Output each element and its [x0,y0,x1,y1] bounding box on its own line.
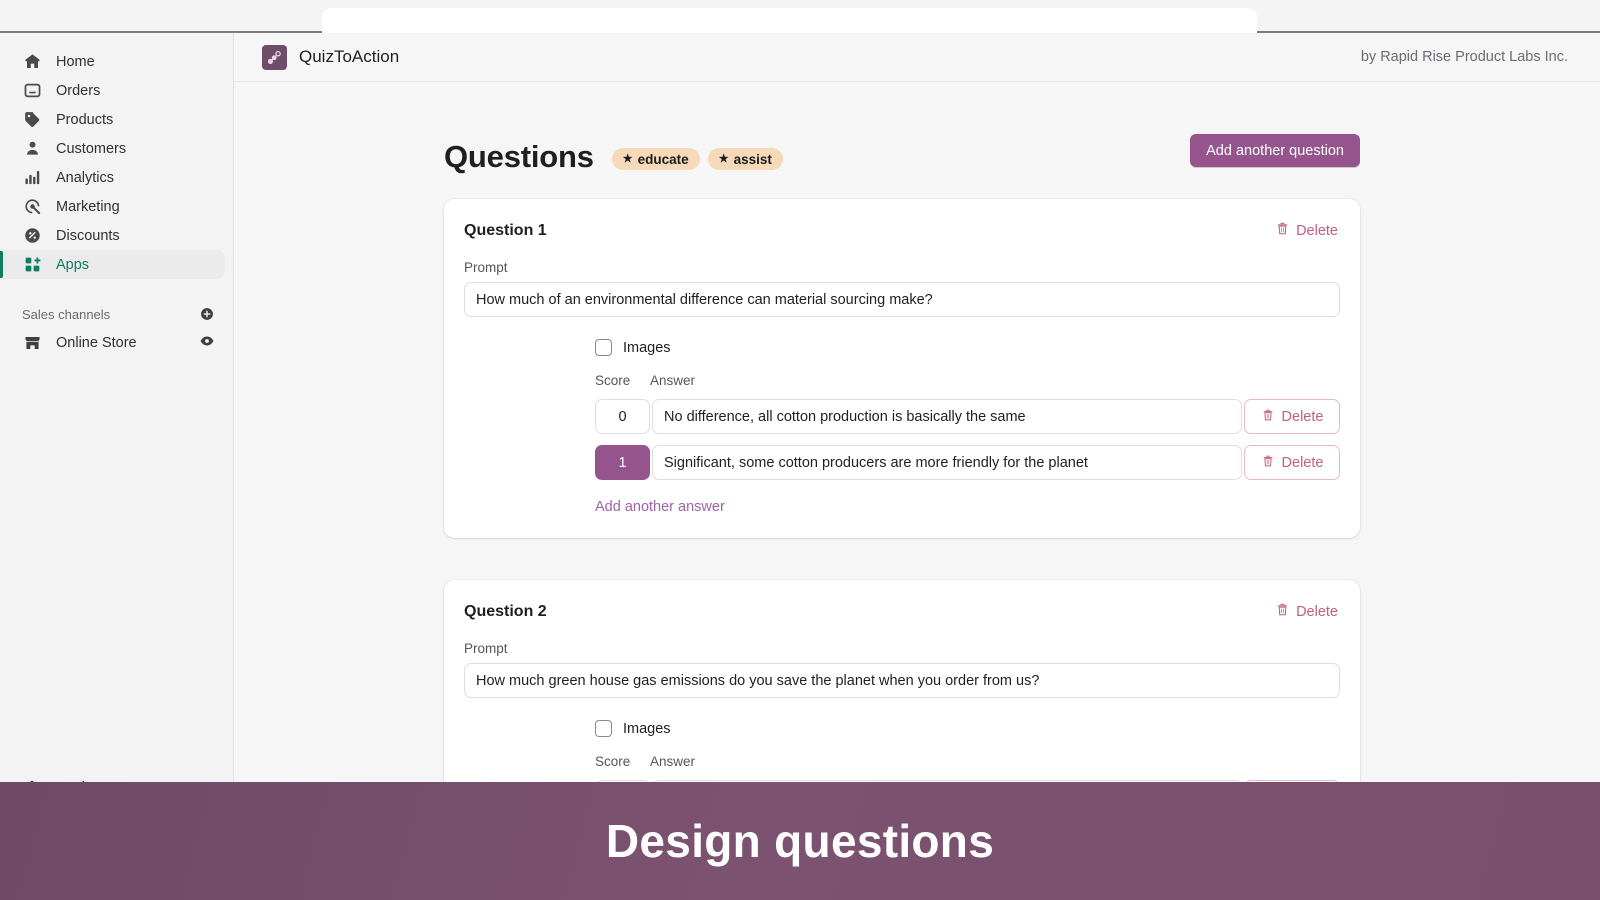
analytics-icon [22,168,42,188]
sidebar-item-home[interactable]: Home [0,47,225,76]
answer-column-header: Answer [650,754,696,769]
delete-label: Delete [1296,222,1338,239]
sidebar-nav-list: Home Orders Products Customers Analytics [0,33,233,357]
sidebar-item-analytics[interactable]: Analytics [0,163,225,192]
app-byline: by Rapid Rise Product Labs Inc. [1360,49,1568,65]
sidebar: Home Orders Products Customers Analytics [0,33,234,900]
answers-section: Images Score Answer 0 No difference, all… [595,339,1340,516]
sidebar-sales-channels-header: Sales channels [0,300,233,328]
star-icon: ★ [622,152,633,165]
embedded-app-frame: QuizToAction by Rapid Rise Product Labs … [234,33,1600,900]
home-icon [22,52,42,72]
page-badges: ★ educate ★ assist [611,144,783,170]
trash-icon [1275,602,1290,621]
question-card: Question 1 Delete Prompt How much of an … [444,199,1360,538]
images-label: Images [623,720,671,737]
trash-icon [1261,454,1275,472]
score-column-header: Score [595,373,631,388]
caption-banner: Design questions [0,782,1600,900]
trash-icon [1275,221,1290,240]
sidebar-item-label: Orders [56,82,101,99]
sidebar-item-label: Marketing [56,198,120,215]
store-icon [22,333,42,353]
sidebar-item-label: Customers [56,140,127,157]
delete-label: Delete [1281,408,1324,425]
delete-answer-button[interactable]: Delete [1244,399,1340,434]
answer-row: 0 No difference, all cotton production i… [595,399,1340,434]
page-body: Questions ★ educate ★ assist Add another… [234,82,1600,900]
sidebar-item-apps[interactable]: Apps [0,250,225,279]
sidebar-item-customers[interactable]: Customers [0,134,225,163]
delete-question-button[interactable]: Delete [1275,602,1340,621]
caption-text: Design questions [605,815,995,867]
answer-score-input[interactable]: 1 [595,445,650,480]
delete-question-button[interactable]: Delete [1275,221,1340,240]
prompt-label: Prompt [464,641,508,656]
sidebar-item-marketing[interactable]: Marketing [0,192,225,221]
badge-label: educate [637,151,689,167]
app-header: QuizToAction by Rapid Rise Product Labs … [234,33,1600,82]
answer-column-header: Answer [650,373,696,388]
page-header: Questions ★ educate ★ assist Add another… [444,134,1360,180]
orders-icon [22,81,42,101]
page-title: Questions [444,139,594,174]
question-card-header: Question 1 Delete [464,221,1340,240]
badge-label: assist [733,151,772,167]
plus-circle-icon[interactable] [199,306,215,322]
sidebar-item-online-store[interactable]: Online Store [0,328,233,357]
browser-tab-strip[interactable] [322,8,1257,35]
score-column-header: Score [595,754,631,769]
sidebar-item-label: Home [56,53,95,70]
answers-column-headers: Score Answer [595,373,1340,388]
sidebar-item-label: Apps [56,256,90,273]
sidebar-item-label: Online Store [56,334,137,351]
sidebar-item-discounts[interactable]: Discounts [0,221,225,250]
prompt-input[interactable]: How much of an environmental difference … [464,282,1340,317]
question-title: Question 1 [464,221,547,239]
screen: Home Orders Products Customers Analytics [0,0,1600,900]
products-icon [22,110,42,130]
add-another-answer-link[interactable]: Add another answer [595,499,725,515]
prompt-input[interactable]: How much green house gas emissions do yo… [464,663,1340,698]
prompt-label: Prompt [464,260,508,275]
star-icon: ★ [718,152,729,165]
sidebar-section-label: Sales channels [22,306,111,322]
delete-label: Delete [1281,454,1324,471]
sidebar-divider [0,279,233,300]
sidebar-item-label: Analytics [56,169,115,186]
answers-column-headers: Score Answer [595,754,1340,769]
marketing-icon [22,197,42,217]
question-title: Question 2 [464,602,547,620]
customers-icon [22,139,42,159]
question-card-header: Question 2 Delete [464,602,1340,621]
badge-educate: ★ educate [611,148,700,170]
discounts-icon [22,226,42,246]
add-another-question-button[interactable]: Add another question [1190,134,1360,167]
apps-icon [22,255,42,275]
answer-score-input[interactable]: 0 [595,399,650,434]
images-checkbox-row: Images [595,339,1340,356]
images-checkbox[interactable] [595,339,612,356]
browser-chrome [0,0,1600,35]
images-label: Images [623,339,671,356]
images-checkbox-row: Images [595,720,1340,737]
delete-answer-button[interactable]: Delete [1244,445,1340,480]
answer-text-input[interactable]: No difference, all cotton production is … [652,399,1242,434]
sidebar-item-products[interactable]: Products [0,105,225,134]
answer-row: 1 Significant, some cotton producers are… [595,445,1340,480]
badge-assist: ★ assist [707,148,783,170]
sidebar-item-orders[interactable]: Orders [0,76,225,105]
app-name: QuizToAction [299,47,400,66]
images-checkbox[interactable] [595,720,612,737]
eye-icon[interactable] [199,333,215,353]
delete-label: Delete [1296,603,1338,620]
answer-text-input[interactable]: Significant, some cotton producers are m… [652,445,1242,480]
sidebar-item-label: Products [56,111,114,128]
quiztoaction-logo-icon [262,44,287,70]
trash-icon [1261,408,1275,426]
sidebar-item-label: Discounts [56,227,120,244]
